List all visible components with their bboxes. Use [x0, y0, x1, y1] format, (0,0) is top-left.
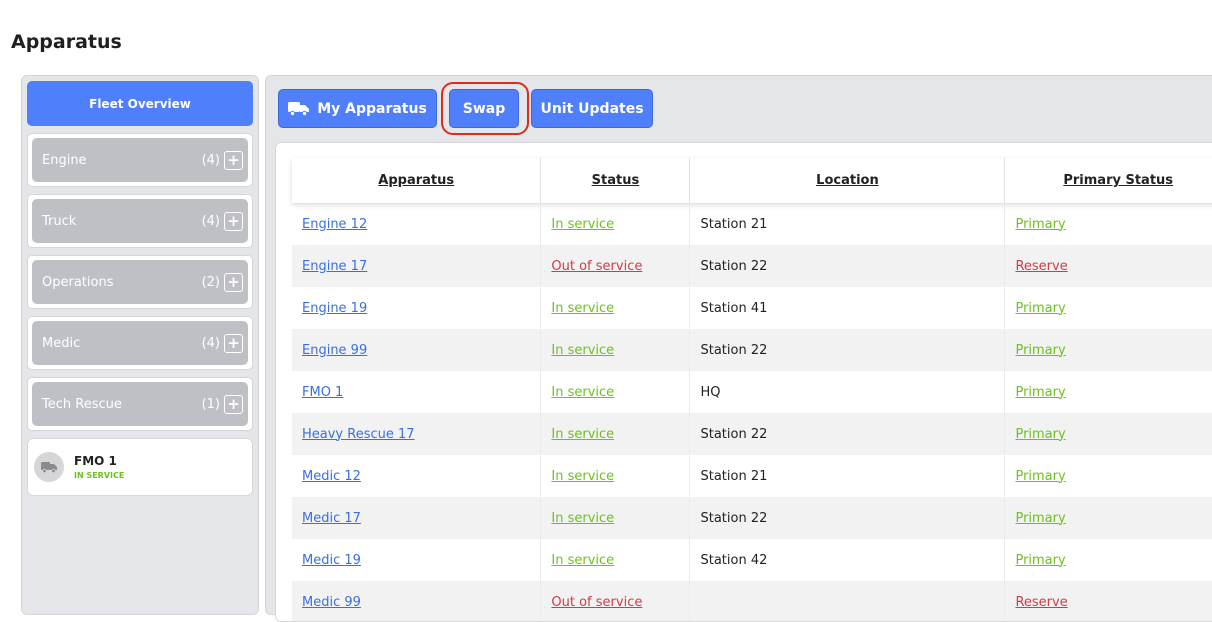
category-operations[interactable]: Operations (2) +: [32, 260, 248, 304]
category-count: (2): [201, 274, 220, 290]
my-apparatus-label: My Apparatus: [317, 100, 427, 117]
primary-status-link[interactable]: Reserve: [1015, 595, 1067, 610]
table-header: Apparatus Status Location Primary Status: [292, 158, 1212, 203]
location-text: Station 22: [700, 342, 768, 358]
apparatus-link[interactable]: FMO 1: [302, 385, 343, 400]
primary-status-link[interactable]: Primary: [1015, 511, 1065, 526]
location-text: Station 22: [700, 258, 768, 274]
location-text: Station 21: [700, 468, 768, 484]
status-link[interactable]: In service: [551, 385, 614, 400]
category-name: Truck: [42, 213, 77, 229]
table-row: Engine 12 In service Station 21 Primary: [292, 203, 1212, 245]
column-header-location[interactable]: Location: [690, 158, 1006, 203]
category-name: Operations: [42, 274, 114, 290]
table-row: Engine 99 In service Station 22 Primary: [292, 329, 1212, 371]
category-name: Tech Rescue: [42, 396, 122, 412]
fleet-overview-button[interactable]: Fleet Overview: [27, 81, 253, 126]
table-row: FMO 1 In service HQ Primary: [292, 371, 1212, 413]
status-link[interactable]: In service: [551, 553, 614, 568]
unit-updates-button[interactable]: Unit Updates: [531, 89, 653, 128]
location-text: Station 42: [700, 552, 768, 568]
main-panel: My Apparatus Swap Unit Updates Apparatus…: [265, 75, 1212, 622]
status-link[interactable]: In service: [551, 469, 614, 484]
primary-status-link[interactable]: Primary: [1015, 469, 1065, 484]
primary-status-link[interactable]: Primary: [1015, 301, 1065, 316]
plus-icon[interactable]: +: [224, 333, 243, 353]
category-card-engine: Engine (4) +: [27, 133, 253, 187]
primary-status-link[interactable]: Primary: [1015, 427, 1065, 442]
category-card-truck: Truck (4) +: [27, 194, 253, 248]
category-name: Medic: [42, 335, 81, 351]
status-link[interactable]: In service: [551, 427, 614, 442]
truck-icon: [34, 452, 64, 482]
sidebar: Fleet Overview Engine (4) + Truck (4) + …: [21, 75, 259, 615]
swap-button[interactable]: Swap: [449, 89, 519, 128]
plus-icon[interactable]: +: [224, 150, 243, 170]
column-header-apparatus[interactable]: Apparatus: [292, 158, 542, 203]
category-tech-rescue[interactable]: Tech Rescue (1) +: [32, 382, 248, 426]
location-text: Station 41: [700, 300, 768, 316]
table-row: Heavy Rescue 17 In service Station 22 Pr…: [292, 413, 1212, 455]
location-text: Station 22: [700, 510, 768, 526]
apparatus-table: Apparatus Status Location Primary Status…: [275, 142, 1212, 622]
column-header-primary-status[interactable]: Primary Status: [1005, 158, 1212, 203]
primary-status-link[interactable]: Reserve: [1015, 259, 1067, 274]
category-truck[interactable]: Truck (4) +: [32, 199, 248, 243]
location-text: Station 21: [700, 216, 768, 232]
page-title: Apparatus: [11, 31, 122, 53]
primary-status-link[interactable]: Primary: [1015, 343, 1065, 358]
category-card-medic: Medic (4) +: [27, 316, 253, 370]
category-medic[interactable]: Medic (4) +: [32, 321, 248, 365]
unit-status-badge: IN SERVICE: [74, 471, 125, 480]
category-card-operations: Operations (2) +: [27, 255, 253, 309]
table-row: Engine 19 In service Station 41 Primary: [292, 287, 1212, 329]
category-count: (4): [201, 213, 220, 229]
apparatus-link[interactable]: Engine 12: [302, 217, 367, 232]
status-link[interactable]: In service: [551, 301, 614, 316]
truck-icon: [288, 102, 310, 116]
my-apparatus-button[interactable]: My Apparatus: [278, 89, 437, 128]
unit-name: FMO 1: [74, 454, 117, 468]
table-row: Engine 17 Out of service Station 22 Rese…: [292, 245, 1212, 287]
plus-icon[interactable]: +: [224, 211, 243, 231]
status-link[interactable]: Out of service: [551, 595, 642, 610]
status-link[interactable]: In service: [551, 511, 614, 526]
category-name: Engine: [42, 152, 87, 168]
location-text: Station 22: [700, 426, 768, 442]
apparatus-link[interactable]: Medic 12: [302, 469, 361, 484]
column-header-status[interactable]: Status: [541, 158, 691, 203]
primary-status-link[interactable]: Primary: [1015, 385, 1065, 400]
apparatus-link[interactable]: Engine 19: [302, 301, 367, 316]
category-count: (1): [201, 396, 220, 412]
primary-status-link[interactable]: Primary: [1015, 553, 1065, 568]
primary-status-link[interactable]: Primary: [1015, 217, 1065, 232]
table-row: Medic 19 In service Station 42 Primary: [292, 539, 1212, 581]
unit-card-fmo-1[interactable]: FMO 1 IN SERVICE: [27, 438, 253, 496]
status-link[interactable]: In service: [551, 217, 614, 232]
apparatus-link[interactable]: Engine 17: [302, 259, 367, 274]
apparatus-link[interactable]: Heavy Rescue 17: [302, 427, 415, 442]
category-card-tech-rescue: Tech Rescue (1) +: [27, 377, 253, 431]
table-body: Engine 12 In service Station 21 Primary …: [292, 203, 1212, 621]
apparatus-link[interactable]: Medic 19: [302, 553, 361, 568]
location-text: HQ: [700, 384, 721, 400]
table-row: Medic 99 Out of service Reserve: [292, 581, 1212, 621]
apparatus-link[interactable]: Medic 17: [302, 511, 361, 526]
category-engine[interactable]: Engine (4) +: [32, 138, 248, 182]
plus-icon[interactable]: +: [224, 394, 243, 414]
status-link[interactable]: In service: [551, 343, 614, 358]
status-link[interactable]: Out of service: [551, 259, 642, 274]
table-row: Medic 12 In service Station 21 Primary: [292, 455, 1212, 497]
category-count: (4): [201, 152, 220, 168]
apparatus-link[interactable]: Engine 99: [302, 343, 367, 358]
category-count: (4): [201, 335, 220, 351]
plus-icon[interactable]: +: [224, 272, 243, 292]
table-row: Medic 17 In service Station 22 Primary: [292, 497, 1212, 539]
apparatus-link[interactable]: Medic 99: [302, 595, 361, 610]
